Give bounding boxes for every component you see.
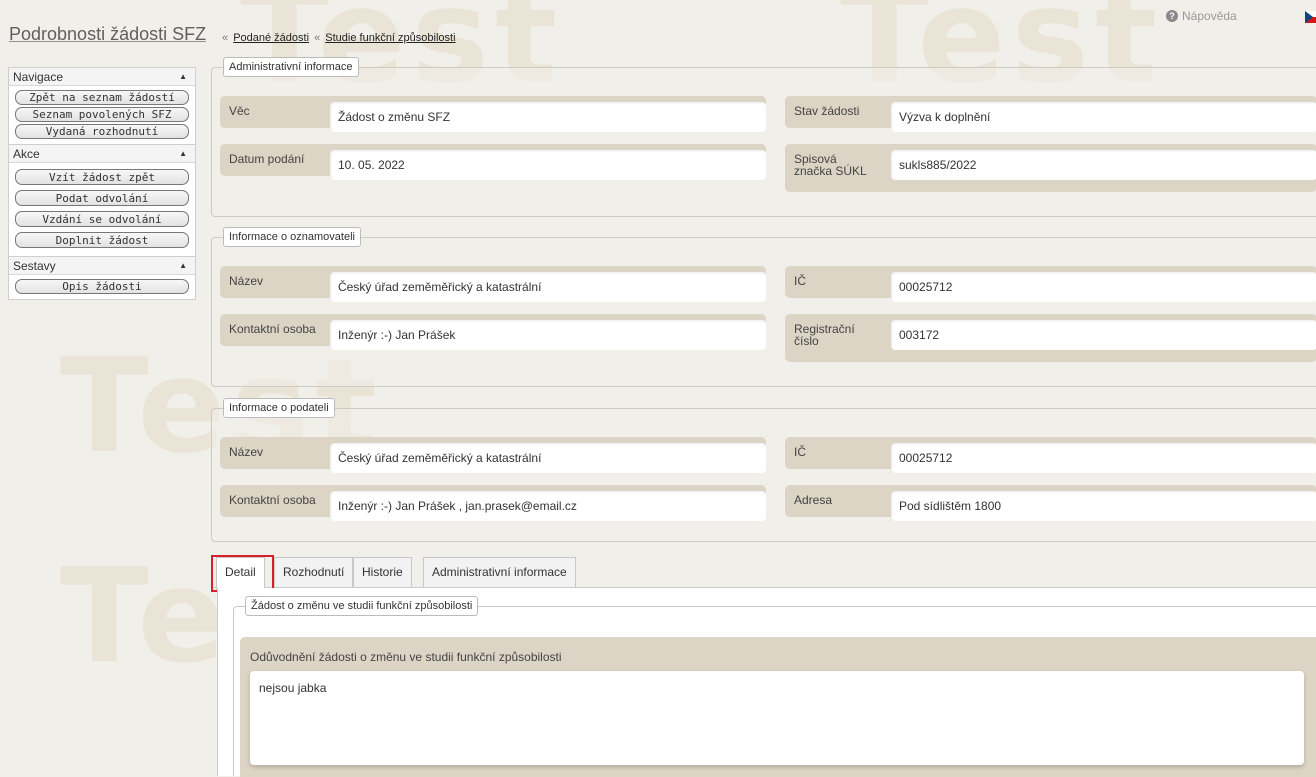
help-label: Nápověda [1182, 9, 1237, 23]
file-appeal-button[interactable]: Podat odvolání [15, 190, 189, 206]
field-label: IČ [794, 274, 806, 288]
tab-historie[interactable]: Historie [353, 557, 412, 587]
breadcrumb-separator: « [314, 32, 321, 44]
field-spisova-znacka: Spisová značka SÚKL sukls885/2022 [785, 144, 1316, 192]
help-icon: ? [1166, 10, 1178, 22]
field-value: 00025712 [891, 272, 1316, 302]
field-value: Inženýr :-) Jan Prášek , jan.prasek@emai… [330, 491, 766, 521]
collapse-arrow-icon: ▲ [179, 72, 187, 81]
tab-detail[interactable]: Detail [216, 557, 265, 589]
field-kontaktni-osoba: Kontaktní osoba Inženýr :-) Jan Prášek [220, 314, 766, 350]
reason-block: Odůvodnění žádosti o změnu ve studii fun… [240, 637, 1316, 777]
complete-request-button[interactable]: Doplnit žádost [15, 232, 189, 248]
field-adresa: Adresa Pod sídlištěm 1800 [785, 485, 1316, 521]
field-ic: IČ 00025712 [785, 437, 1316, 473]
sidebar: Navigace ▲ Zpět na seznam žádostí Seznam… [8, 67, 196, 300]
tab-administrativni-informace[interactable]: Administrativní informace [423, 557, 576, 587]
field-label: IČ [794, 445, 806, 459]
field-datum: Datum podání 10. 05. 2022 [220, 144, 766, 180]
field-value: 10. 05. 2022 [330, 150, 766, 180]
collapse-arrow-icon: ▲ [179, 149, 187, 158]
field-value: Výzva k doplnění [891, 102, 1316, 132]
tab-content-detail: Žádost o změnu ve studii funkční způsobi… [217, 588, 1316, 777]
change-request-fieldset: Žádost o změnu ve studii funkční způsobi… [233, 596, 1316, 777]
issued-decisions-button[interactable]: Vydaná rozhodnutí [15, 124, 189, 139]
panel-legend: Administrativní informace [223, 57, 359, 77]
page-header: Podrobnosti žádosti SFZ « Podané žádosti… [0, 0, 1316, 55]
field-nazev: Název Český úřad zeměměřický a katastrál… [220, 266, 766, 302]
field-label: Datum podání [229, 152, 305, 166]
field-kontaktni-osoba: Kontaktní osoba Inženýr :-) Jan Prášek ,… [220, 485, 766, 521]
breadcrumb-link-podane-zadosti[interactable]: Podané žádosti [233, 32, 309, 44]
field-value: Inženýr :-) Jan Prášek [330, 320, 766, 350]
tabs-area: Detail Rozhodnutí Historie Administrativ… [211, 552, 1316, 777]
sidebar-section-header[interactable]: Sestavy ▲ [9, 257, 195, 275]
notifier-info-panel: Informace o oznamovateli Název Český úřa… [211, 227, 1316, 387]
request-copy-button[interactable]: Opis žádosti [15, 279, 189, 294]
submitter-info-panel: Informace o podateli Název Český úřad ze… [211, 398, 1316, 542]
breadcrumb-link-studie[interactable]: Studie funkční způsobilosti [325, 32, 455, 44]
sidebar-section-akce: Akce ▲ Vzít žádost zpět Podat odvolání V… [8, 145, 196, 257]
admin-info-panel: Administrativní informace Věc Žádost o z… [211, 57, 1316, 217]
breadcrumb-separator: « [222, 32, 229, 44]
field-value: Pod sídlištěm 1800 [891, 491, 1316, 521]
field-value: 00025712 [891, 443, 1316, 473]
field-label: Kontaktní osoba [229, 493, 316, 507]
field-value: Český úřad zeměměřický a katastrální [330, 272, 766, 302]
field-registracni-cislo: Registrační číslo 003172 [785, 314, 1316, 362]
field-nazev: Název Český úřad zeměměřický a katastrál… [220, 437, 766, 473]
page-title: Podrobnosti žádosti SFZ [9, 24, 207, 44]
field-stav: Stav žádosti Výzva k doplnění [785, 96, 1316, 132]
waive-appeal-button[interactable]: Vzdání se odvolání [15, 211, 189, 227]
sidebar-section-navigace: Navigace ▲ Zpět na seznam žádostí Seznam… [8, 67, 196, 145]
czech-flag-icon[interactable] [1305, 11, 1316, 23]
field-label: Adresa [794, 493, 833, 507]
field-label: Název [229, 274, 264, 288]
collapse-arrow-icon: ▲ [179, 261, 187, 270]
field-label: Věc [229, 104, 250, 118]
field-label: Stav žádosti [794, 104, 860, 118]
field-value: sukls885/2022 [891, 150, 1316, 180]
field-label: Registrační číslo [794, 322, 855, 348]
reason-textarea[interactable]: nejsou jabka [250, 671, 1304, 765]
field-ic: IČ 00025712 [785, 266, 1316, 302]
panel-legend: Žádost o změnu ve studii funkční způsobi… [245, 596, 479, 616]
allowed-sfz-list-button[interactable]: Seznam povolených SFZ [15, 107, 189, 122]
tab-strip: Detail Rozhodnutí Historie Administrativ… [211, 552, 1316, 592]
sidebar-section-title: Navigace [13, 70, 64, 84]
reason-label: Odůvodnění žádosti o změnu ve studii fun… [250, 650, 562, 664]
back-to-list-button[interactable]: Zpět na seznam žádostí [15, 90, 189, 105]
field-value: 003172 [891, 320, 1316, 350]
field-value: Český úřad zeměměřický a katastrální [330, 443, 766, 473]
field-label: Spisová značka SÚKL [794, 152, 867, 178]
field-vec: Věc Žádost o změnu SFZ [220, 96, 766, 132]
sidebar-section-title: Sestavy [13, 259, 56, 273]
sidebar-section-header[interactable]: Navigace ▲ [9, 68, 195, 86]
help-link[interactable]: ? Nápověda [1166, 9, 1237, 23]
field-label: Kontaktní osoba [229, 322, 316, 336]
withdraw-request-button[interactable]: Vzít žádost zpět [15, 169, 189, 185]
tab-rozhodnuti[interactable]: Rozhodnutí [274, 557, 354, 587]
panel-legend: Informace o podateli [223, 398, 335, 418]
breadcrumb: « Podané žádosti « Studie funkční způsob… [220, 32, 456, 44]
sidebar-section-header[interactable]: Akce ▲ [9, 145, 195, 163]
field-label: Název [229, 445, 264, 459]
panel-legend: Informace o oznamovateli [223, 227, 361, 247]
field-value: Žádost o změnu SFZ [330, 102, 766, 132]
sidebar-section-sestavy: Sestavy ▲ Opis žádosti [8, 257, 196, 300]
sidebar-section-title: Akce [13, 147, 40, 161]
